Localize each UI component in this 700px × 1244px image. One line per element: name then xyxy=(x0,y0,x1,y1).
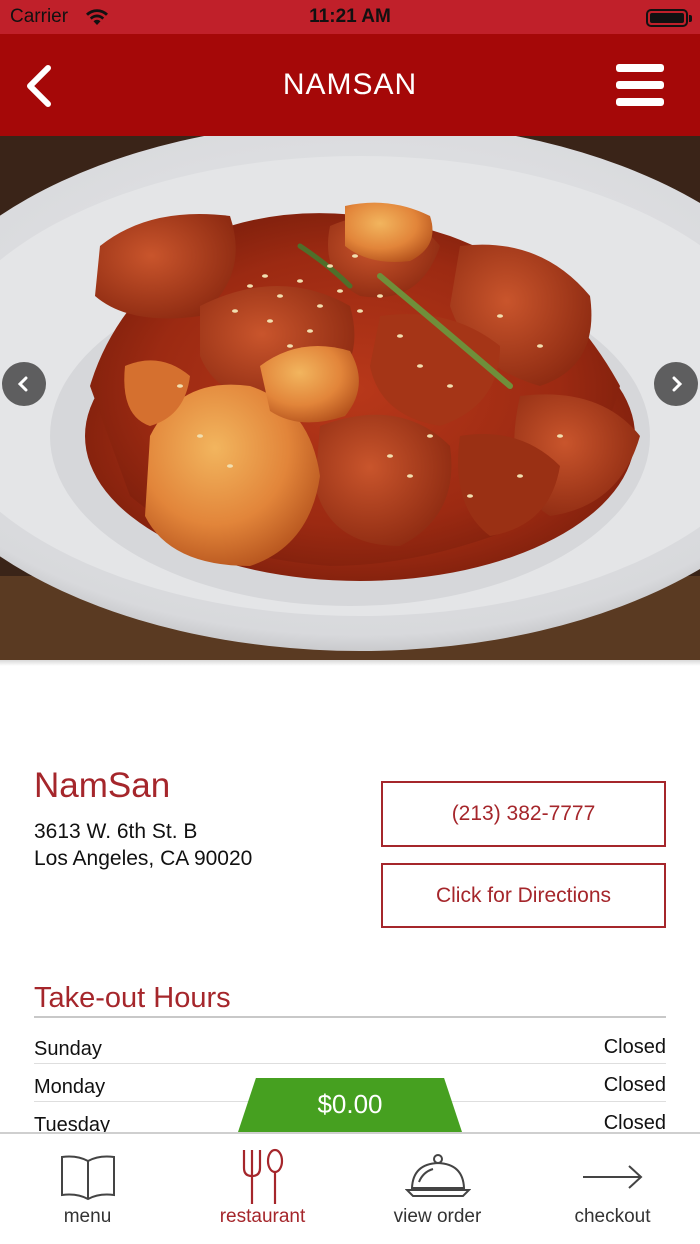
hours-status: Closed xyxy=(603,1074,666,1096)
tab-label: view order xyxy=(393,1206,482,1227)
tab-menu[interactable]: menu xyxy=(0,1134,175,1244)
address-line-1: 3613 W. 6th St. B xyxy=(34,820,198,843)
order-total-button[interactable]: $0.00 xyxy=(238,1078,462,1132)
tab-checkout[interactable]: checkout xyxy=(525,1134,700,1244)
page-title: NAMSAN xyxy=(282,68,418,101)
address-line-2: Los Angeles, CA 90020 xyxy=(34,847,253,870)
hamburger-menu-button[interactable] xyxy=(616,64,664,106)
tab-restaurant[interactable]: restaurant xyxy=(175,1134,350,1244)
tab-label: restaurant xyxy=(219,1206,306,1227)
carousel-next-button[interactable] xyxy=(654,362,698,406)
hours-divider xyxy=(34,1016,666,1018)
back-button[interactable] xyxy=(18,60,68,110)
call-phone-button[interactable]: (213) 382-7777 xyxy=(381,781,666,847)
restaurant-name: NamSan xyxy=(34,766,171,805)
tab-label: menu xyxy=(63,1206,112,1227)
tab-view-order[interactable]: view order xyxy=(350,1134,525,1244)
hamburger-icon xyxy=(616,64,664,72)
chevron-left-icon xyxy=(27,65,51,107)
hours-row: Sunday Closed xyxy=(34,1026,666,1064)
utensils-icon xyxy=(175,1148,350,1206)
hours-status: Closed xyxy=(603,1036,666,1058)
status-bar: Carrier 11:21 AM xyxy=(0,0,700,34)
cloche-icon xyxy=(350,1148,525,1206)
tab-bar: menu restaurant view order checkout xyxy=(0,1132,700,1244)
hours-heading: Take-out Hours xyxy=(34,982,231,1014)
chevron-right-icon xyxy=(672,376,683,392)
directions-button[interactable]: Click for Directions xyxy=(381,863,666,928)
hours-day: Sunday xyxy=(34,1038,102,1060)
food-photo xyxy=(0,136,700,662)
hours-day: Monday xyxy=(34,1076,106,1098)
arrow-right-icon xyxy=(525,1148,700,1206)
hero-divider xyxy=(0,660,700,666)
carousel-prev-button[interactable] xyxy=(2,362,46,406)
battery-icon xyxy=(646,9,692,27)
nav-bar: NAMSAN xyxy=(0,34,700,136)
book-icon xyxy=(0,1148,175,1206)
clock: 11:21 AM xyxy=(309,6,391,27)
hero-image-carousel[interactable] xyxy=(0,136,700,662)
restaurant-address: 3613 W. 6th St. B Los Angeles, CA 90020 xyxy=(34,818,252,872)
chevron-left-icon xyxy=(17,376,28,392)
order-total-amount: $0.00 xyxy=(317,1089,383,1119)
tab-label: checkout xyxy=(574,1206,651,1227)
